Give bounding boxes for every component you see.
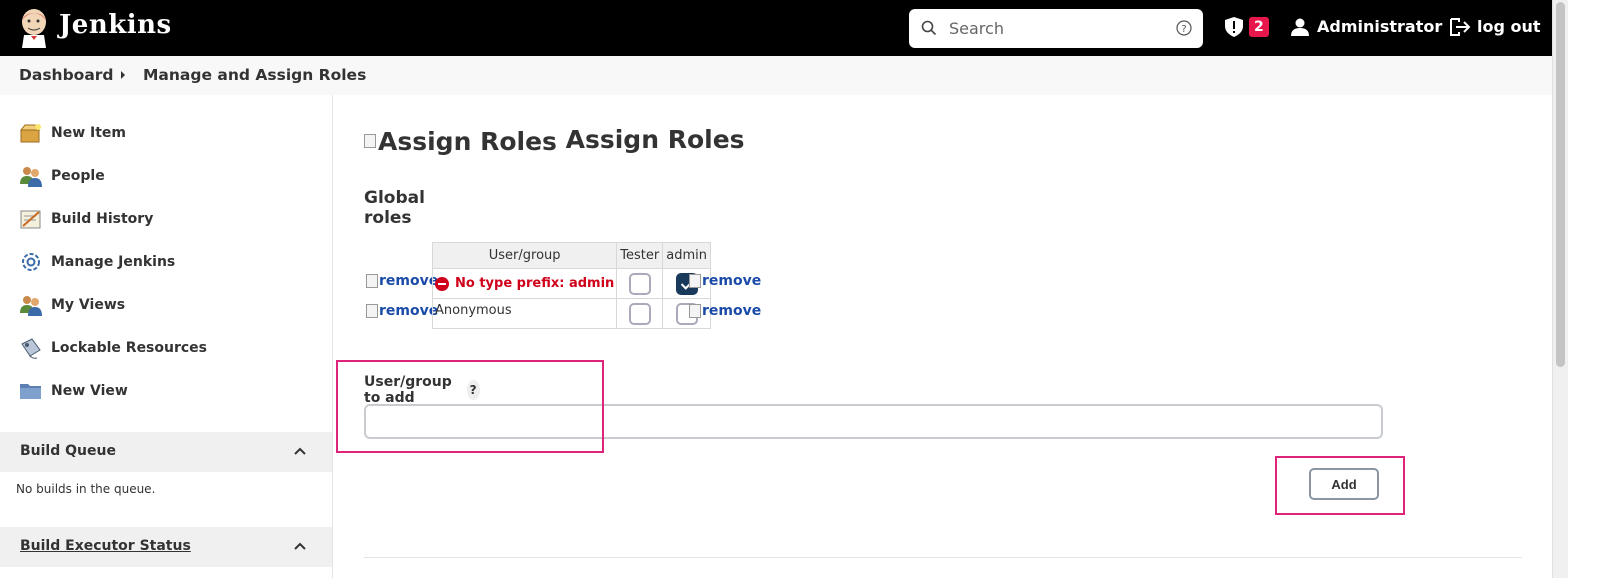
search-icon xyxy=(921,20,937,36)
col-tester: Tester xyxy=(616,242,664,269)
page-title: Assign Roles Assign Roles xyxy=(364,125,745,156)
highlight-box xyxy=(1275,456,1405,515)
build-queue-title: Build Queue xyxy=(20,443,116,459)
build-queue-empty: No builds in the queue. xyxy=(16,482,156,496)
header: Jenkins ? 2 Administrator log out xyxy=(0,0,1600,56)
help-icon[interactable]: ? xyxy=(1176,20,1192,36)
sidebar-item-label: Manage Jenkins xyxy=(51,254,176,270)
col-admin: admin xyxy=(662,242,711,269)
table-header-row: User/group Tester admin xyxy=(431,242,711,269)
divider xyxy=(364,557,1522,558)
remove-row-1-left[interactable]: remove xyxy=(366,273,438,289)
new-item-icon xyxy=(19,124,41,143)
table-row: No type prefix: admin xyxy=(431,268,711,299)
highlight-box xyxy=(336,360,604,453)
remove-icon xyxy=(366,304,378,318)
breadcrumb-separator-icon xyxy=(121,71,125,79)
search-box[interactable]: ? xyxy=(909,9,1203,48)
jenkins-logo-icon[interactable] xyxy=(18,8,50,48)
notepad-icon xyxy=(20,210,41,229)
svg-text:?: ? xyxy=(1181,24,1186,35)
scrollbar-thumb[interactable] xyxy=(1556,2,1565,367)
error-icon xyxy=(435,276,449,291)
user-menu[interactable]: Administrator xyxy=(1291,17,1442,36)
remove-row-2-right[interactable]: remove xyxy=(689,303,761,319)
lockable-icon xyxy=(21,338,41,359)
sidebar-item-label: New View xyxy=(51,383,128,399)
tester-cell xyxy=(616,268,664,299)
sidebar-item-people[interactable]: People xyxy=(19,164,105,188)
tester-cell xyxy=(616,298,664,329)
shield-icon xyxy=(1225,17,1243,37)
sidebar-item-new-view[interactable]: New View xyxy=(19,379,128,403)
page-margin xyxy=(1568,0,1600,578)
sidebar-item-label: New Item xyxy=(51,125,127,141)
brand-title[interactable]: Jenkins xyxy=(59,10,172,40)
sidebar-item-build-history[interactable]: Build History xyxy=(19,207,153,231)
chevron-up-icon[interactable] xyxy=(293,446,307,456)
logout-icon xyxy=(1450,17,1471,36)
page-title-text: Assign Roles xyxy=(565,125,745,154)
remove-icon xyxy=(366,274,378,288)
row-user-cell: Anonymous xyxy=(431,298,618,329)
sidebar-item-new-item[interactable]: New Item xyxy=(19,121,126,145)
search-input[interactable] xyxy=(949,15,1169,41)
remove-row-2-left[interactable]: remove xyxy=(366,303,438,319)
gear-icon xyxy=(22,253,40,271)
logout-link[interactable]: log out xyxy=(1449,17,1541,36)
table-row: Anonymous xyxy=(431,298,711,329)
executor-status-title[interactable]: Build Executor Status xyxy=(20,538,191,554)
breadcrumb-manage-roles[interactable]: Manage and Assign Roles xyxy=(143,66,366,84)
folder-icon xyxy=(20,384,41,399)
sidebar-item-label: People xyxy=(51,168,105,184)
sidebar: New Item People Build History Manage Jen… xyxy=(0,95,333,578)
global-roles-table: User/group Tester admin No type prefix: … xyxy=(431,242,711,329)
checkbox-tester-row-1[interactable] xyxy=(628,272,651,295)
sidebar-item-label: My Views xyxy=(51,297,126,313)
row-user-cell: No type prefix: admin xyxy=(431,268,618,299)
breadcrumb-dashboard[interactable]: Dashboard xyxy=(19,66,114,84)
user-name: Administrator xyxy=(1317,17,1443,36)
sidebar-item-lockable-resources[interactable]: Lockable Resources xyxy=(19,336,207,360)
remove-row-1-right[interactable]: remove xyxy=(689,273,761,289)
user-icon xyxy=(1291,18,1309,36)
sidebar-item-my-views[interactable]: My Views xyxy=(19,293,125,317)
sidebar-item-label: Build History xyxy=(51,211,154,227)
people-icon xyxy=(20,167,42,187)
title-image-icon: Assign Roles xyxy=(364,127,557,156)
section-title: Global roles xyxy=(364,188,425,228)
logout-label: log out xyxy=(1477,17,1541,36)
error-message: No type prefix: admin xyxy=(435,276,614,291)
security-alerts[interactable]: 2 xyxy=(1225,17,1269,37)
people-icon xyxy=(20,296,42,316)
executor-status-header[interactable]: Build Executor Status xyxy=(0,527,332,567)
build-queue-header[interactable]: Build Queue xyxy=(0,432,332,472)
checkbox-tester-row-2[interactable] xyxy=(628,302,651,325)
sidebar-item-manage-jenkins[interactable]: Manage Jenkins xyxy=(19,250,175,274)
remove-icon xyxy=(689,304,701,318)
sidebar-item-label: Lockable Resources xyxy=(51,340,208,356)
security-badge: 2 xyxy=(1249,17,1269,37)
chevron-up-icon[interactable] xyxy=(293,541,307,551)
col-user-group: User/group xyxy=(431,242,618,269)
remove-icon xyxy=(689,274,701,288)
breadcrumb: Dashboard Manage and Assign Roles xyxy=(0,56,1552,95)
scrollbar[interactable] xyxy=(1552,0,1568,578)
